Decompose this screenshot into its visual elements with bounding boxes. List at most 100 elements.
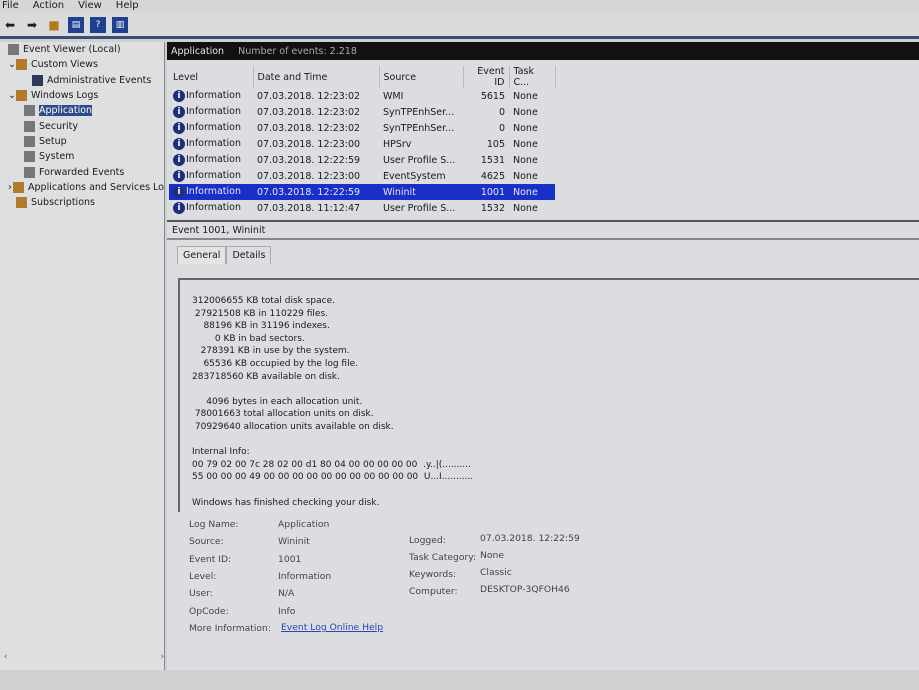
cell-text: SynTPEnhSer... — [383, 106, 455, 118]
tree-item-label: Application — [39, 105, 93, 117]
cell-text: 1532 — [480, 202, 505, 214]
log-icon — [8, 44, 19, 56]
event-list-pane: Application Number of events: 2.218 Leve… — [167, 42, 919, 670]
cell-level: i Information — [169, 200, 253, 216]
cell-date-time: 07.03.2018. 12:22:59 — [253, 184, 379, 200]
log-icon — [16, 59, 27, 71]
log-icon — [13, 181, 25, 193]
tree-item-application[interactable]: Application — [0, 103, 164, 118]
tree-item-windows-logs[interactable]: ⌄ Windows Logs — [0, 88, 164, 103]
cell-text: WMI — [383, 90, 404, 102]
cell-text: 07.03.2018. 12:23:02 — [257, 122, 361, 134]
scroll-left-icon[interactable]: ‹ — [4, 652, 8, 666]
menu-bar: File Action View Help — [0, 0, 919, 13]
show-hide-tree-icon[interactable]: ▤ — [68, 16, 84, 33]
expand-arrow-icon[interactable]: ⌄ — [8, 90, 16, 101]
cell-text: Information — [186, 202, 241, 213]
property-label: Level: — [189, 570, 217, 582]
table-row[interactable]: i Information 07.03.2018. 11:12:47 User Pro… — [169, 200, 555, 216]
menu-file[interactable]: File — [2, 0, 19, 13]
table-row[interactable]: i Information 07.03.2018. 12:22:59 User Pro… — [169, 152, 555, 168]
column-task-category[interactable]: Task C... — [509, 66, 556, 88]
tree-item-system[interactable]: System — [0, 149, 164, 164]
table-row[interactable]: i Information 07.03.2018. 12:23:00 HPSrv 105… — [169, 136, 555, 152]
cell-event-id: 0 — [463, 104, 509, 120]
tab-general[interactable]: General — [177, 246, 227, 264]
expand-arrow-icon[interactable]: ⌄ — [8, 59, 16, 70]
cell-text: None — [513, 122, 538, 134]
cell-text: Information — [186, 90, 241, 101]
column-source[interactable]: Source — [379, 66, 464, 88]
cell-task-category: None — [509, 200, 555, 216]
table-row[interactable]: i Information 07.03.2018. 12:23:02 SynTPEnh… — [169, 104, 555, 120]
tab-details[interactable]: Details — [226, 246, 272, 264]
cell-level: i Information — [169, 120, 253, 136]
menu-action[interactable]: Action — [33, 0, 64, 13]
column-level[interactable]: Level — [169, 66, 254, 88]
tree-item-event-viewer-local[interactable]: Event Viewer (Local) — [0, 42, 164, 57]
cell-task-category: None — [509, 104, 555, 120]
tree-item-subscriptions[interactable]: Subscriptions — [0, 195, 164, 210]
tree-item-label: Administrative Events — [47, 74, 152, 86]
tree-item-applications-and-services-lo[interactable]: › Applications and Services Lo — [0, 180, 164, 195]
tree-item-label: Event Viewer (Local) — [23, 44, 121, 56]
cell-task-category: None — [509, 184, 555, 200]
cell-source: User Profile S... — [379, 152, 463, 168]
menu-view[interactable]: View — [78, 0, 102, 13]
information-icon: i — [173, 90, 185, 102]
forward-icon[interactable]: ➡ — [24, 17, 40, 33]
tree-item-administrative-events[interactable]: Administrative Events — [0, 73, 164, 88]
cell-date-time: 07.03.2018. 12:23:00 — [253, 136, 379, 152]
event-table: Level Date and Time Source Event ID Task… — [169, 66, 556, 216]
log-title: Application — [171, 45, 225, 57]
cell-task-category: None — [509, 120, 555, 136]
cell-text: User Profile S... — [383, 154, 456, 166]
cell-text: Information — [186, 154, 241, 165]
cell-event-id: 5615 — [463, 88, 509, 104]
cell-source: User Profile S... — [379, 200, 463, 216]
horizontal-scrollbar[interactable]: ‹ › — [4, 652, 164, 666]
cell-text: Information — [186, 186, 241, 197]
tree-item-setup[interactable]: Setup — [0, 134, 164, 149]
property-label: OpCode: — [189, 605, 229, 617]
property-label: Logged: — [409, 535, 446, 546]
tree-item-forwarded-events[interactable]: Forwarded Events — [0, 164, 164, 179]
property-label: Event ID: — [189, 553, 232, 565]
cell-text: None — [513, 170, 538, 182]
cell-date-time: 07.03.2018. 12:23:02 — [253, 88, 379, 104]
help-icon[interactable]: ? — [90, 16, 106, 33]
cell-date-time: 07.03.2018. 11:12:47 — [253, 200, 379, 216]
log-icon — [24, 151, 35, 163]
tree-item-security[interactable]: Security — [0, 118, 164, 133]
property-value: Application — [278, 519, 330, 530]
cell-text: Information — [186, 122, 241, 133]
cell-text: 07.03.2018. 12:23:02 — [257, 90, 361, 102]
console-tree: Event Viewer (Local) ⌄ Custom Views Adminis… — [0, 42, 165, 670]
cell-text: Wininit — [383, 186, 416, 198]
menu-help[interactable]: Help — [116, 0, 139, 13]
back-icon[interactable]: ⬅ — [2, 17, 18, 33]
cell-text: SynTPEnhSer... — [383, 122, 455, 134]
column-date-time[interactable]: Date and Time — [253, 66, 380, 88]
cell-text: 105 — [486, 138, 505, 150]
cell-text: 07.03.2018. 11:12:47 — [257, 202, 361, 214]
cell-text: None — [513, 90, 538, 102]
table-row[interactable]: i Information 07.03.2018. 12:23:00 EventSys… — [169, 168, 555, 184]
show-action-pane-icon[interactable]: ▥ — [112, 16, 128, 33]
cell-text: None — [513, 154, 538, 166]
event-log-online-help-link[interactable]: Event Log Online Help — [281, 622, 383, 633]
folder-icon[interactable]: ■ — [46, 17, 62, 33]
tree-item-custom-views[interactable]: ⌄ Custom Views — [0, 57, 164, 72]
event-message[interactable]: 312006655 KB total disk space. 27921508 … — [178, 278, 919, 512]
cell-text: 1001 — [480, 186, 505, 198]
column-event-id[interactable]: Event ID — [463, 66, 510, 88]
cell-source: EventSystem — [379, 168, 463, 184]
scroll-right-icon[interactable]: › — [160, 652, 164, 666]
table-row[interactable]: i Information 07.03.2018. 12:23:02 SynTPEnh… — [169, 120, 555, 136]
cell-date-time: 07.03.2018. 12:22:59 — [253, 152, 379, 168]
property-label: Task Category: — [409, 552, 477, 563]
table-row[interactable]: i Information 07.03.2018. 12:23:02 WMI 5615 N… — [169, 88, 555, 104]
table-row[interactable]: i Information 07.03.2018. 12:22:59 Wininit 1… — [169, 184, 555, 200]
cell-text: HPSrv — [383, 138, 412, 150]
property-value: None — [480, 550, 504, 561]
